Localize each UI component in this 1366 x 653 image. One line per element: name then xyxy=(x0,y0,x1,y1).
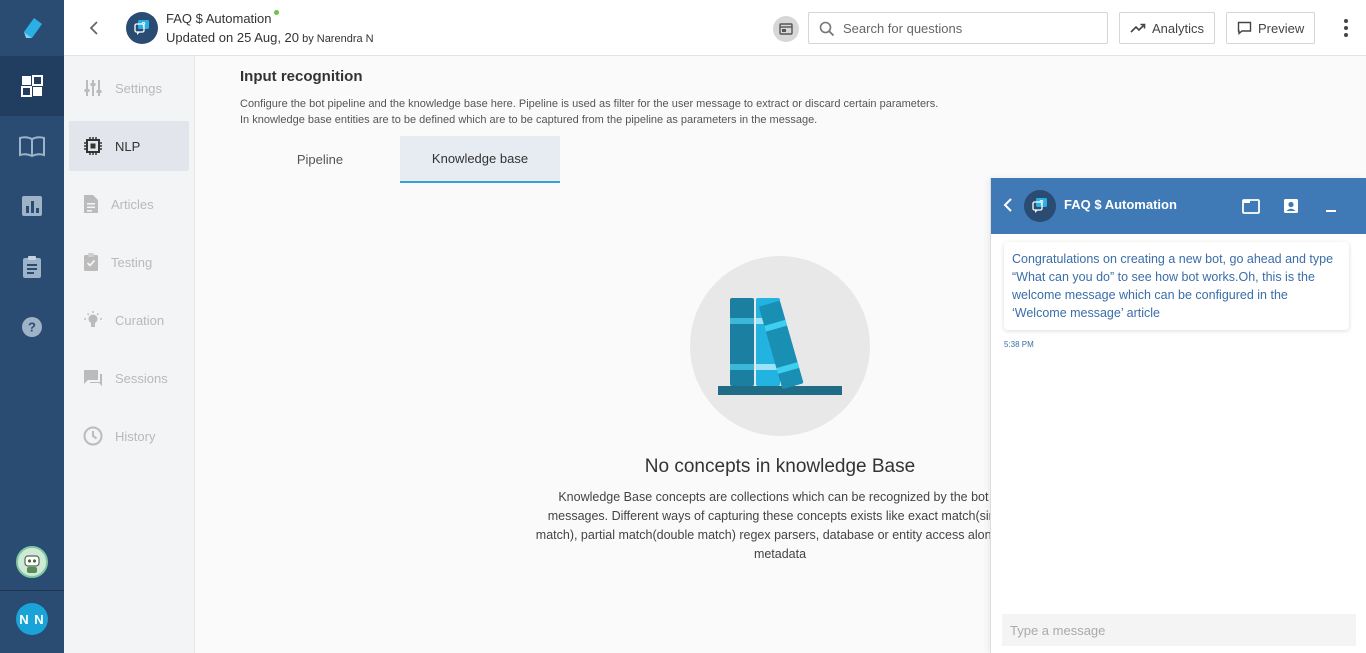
subnav-label: Settings xyxy=(115,80,162,96)
rail-item-library[interactable] xyxy=(0,116,64,176)
chat-bot-avatar: ? xyxy=(1024,190,1056,222)
layout-toggle-button[interactable] xyxy=(773,16,799,42)
document-icon xyxy=(84,195,98,213)
folder-icon xyxy=(1242,198,1260,214)
bot-message-bubble: Congratulations on creating a new bot, g… xyxy=(1004,242,1349,330)
empty-state-description: Knowledge Base concepts are collections … xyxy=(535,490,1025,561)
back-button[interactable] xyxy=(82,16,106,40)
svg-text:?: ? xyxy=(141,22,145,29)
empty-state-title: No concepts in knowledge Base xyxy=(644,456,916,477)
online-status-dot xyxy=(274,10,279,15)
secondary-sidebar: Settings NLP Articles Testing Curation S… xyxy=(64,56,195,653)
subnav-item-testing[interactable]: Testing xyxy=(69,237,189,287)
subnav-item-settings[interactable]: Settings xyxy=(69,63,189,113)
subnav-label: History xyxy=(115,428,156,444)
subnav-item-curation[interactable]: Curation xyxy=(69,295,189,345)
bot-icon: ? xyxy=(126,12,158,44)
subnav-label: NLP xyxy=(115,138,141,154)
rail-item-help[interactable]: ? xyxy=(0,297,64,357)
subnav-label: Articles xyxy=(111,196,154,212)
subnav-item-history[interactable]: History xyxy=(69,411,189,461)
search-box xyxy=(808,12,1108,44)
chat-preview-panel: ? FAQ $ Automation Congratulations on cr… xyxy=(990,178,1366,653)
kebab-dot xyxy=(1344,19,1348,23)
clipboard-icon xyxy=(23,256,41,278)
chat-message-input[interactable] xyxy=(1002,614,1356,646)
page-title: Input recognition xyxy=(240,68,363,85)
rail-item-tasks[interactable] xyxy=(0,237,64,297)
subnav-label: Sessions xyxy=(115,370,168,386)
subnav-label: Testing xyxy=(111,254,153,270)
updated-date: Updated on 25 Aug, 20 xyxy=(166,30,300,45)
preview-button[interactable]: Preview xyxy=(1226,12,1316,44)
page-description-line: Configure the bot pipeline and the knowl… xyxy=(240,98,939,110)
bar-chart-icon xyxy=(22,196,42,216)
svg-text:?: ? xyxy=(1039,200,1043,207)
analytics-label: Analytics xyxy=(1152,20,1205,36)
bot-updated-info: Updated on 25 Aug, 20 by Narendra N xyxy=(166,30,374,45)
chat-contact-button[interactable] xyxy=(1281,197,1301,215)
chat-back-button[interactable] xyxy=(1003,198,1013,217)
message-square-icon xyxy=(1237,21,1252,35)
subnav-item-nlp[interactable]: NLP xyxy=(69,121,189,171)
chat-minimize-button[interactable] xyxy=(1321,197,1341,215)
app-logo[interactable] xyxy=(0,0,64,56)
chat-bubble-icon: ? xyxy=(1032,198,1047,213)
window-icon xyxy=(779,23,793,35)
chat-header: ? FAQ $ Automation xyxy=(991,178,1366,234)
robot-icon xyxy=(24,555,40,573)
chevron-left-icon xyxy=(1003,198,1012,212)
minimize-icon xyxy=(1326,210,1336,212)
dashboard-icon xyxy=(21,75,43,97)
chat-folder-button[interactable] xyxy=(1241,197,1261,215)
message-timestamp: 5:38 PM xyxy=(1004,340,1034,349)
page-description-line: In knowledge base entities are to be def… xyxy=(240,114,818,126)
preview-label: Preview xyxy=(1258,20,1305,36)
page-description: Configure the bot pipeline and the knowl… xyxy=(240,96,960,128)
rail-item-reports[interactable] xyxy=(0,176,64,236)
tab-knowledge-base[interactable]: Knowledge base xyxy=(400,136,560,183)
svg-text:?: ? xyxy=(28,320,36,335)
left-rail: ? N N xyxy=(0,0,64,653)
search-icon xyxy=(819,21,835,37)
search-input[interactable] xyxy=(843,13,1103,43)
books-icon xyxy=(718,298,842,395)
kebab-dot xyxy=(1344,33,1348,37)
chevron-left-icon xyxy=(89,21,98,35)
chat-title: FAQ $ Automation xyxy=(1064,197,1177,212)
sliders-icon xyxy=(84,80,102,96)
rail-item-dashboard[interactable] xyxy=(0,56,64,116)
help-icon: ? xyxy=(22,317,42,337)
logo-icon xyxy=(24,18,42,38)
chip-icon xyxy=(84,137,102,155)
updated-by: by Narendra N xyxy=(299,33,374,45)
chat-icon xyxy=(84,370,102,386)
bot-avatar[interactable] xyxy=(16,546,48,578)
rail-divider xyxy=(0,590,64,591)
history-icon xyxy=(83,426,103,446)
user-avatar[interactable]: N N xyxy=(16,603,48,635)
clipboard-check-icon xyxy=(84,253,98,271)
subnav-item-sessions[interactable]: Sessions xyxy=(69,353,189,403)
contact-card-icon xyxy=(1284,199,1298,213)
kebab-dot xyxy=(1344,26,1348,30)
tab-pipeline[interactable]: Pipeline xyxy=(240,136,400,183)
empty-state-illustration xyxy=(690,256,870,436)
book-icon xyxy=(19,136,45,157)
analytics-button[interactable]: Analytics xyxy=(1119,12,1216,44)
subnav-label: Curation xyxy=(115,312,165,328)
bot-name: FAQ $ Automation xyxy=(166,11,272,26)
lightbulb-icon xyxy=(84,311,102,327)
more-options-button[interactable] xyxy=(1336,16,1356,40)
chat-bubble-icon: ? xyxy=(134,20,149,35)
subnav-item-articles[interactable]: Articles xyxy=(69,179,189,229)
top-header: ? FAQ $ Automation Updated on 25 Aug, 20… xyxy=(64,0,1366,56)
trending-up-icon xyxy=(1130,23,1146,33)
